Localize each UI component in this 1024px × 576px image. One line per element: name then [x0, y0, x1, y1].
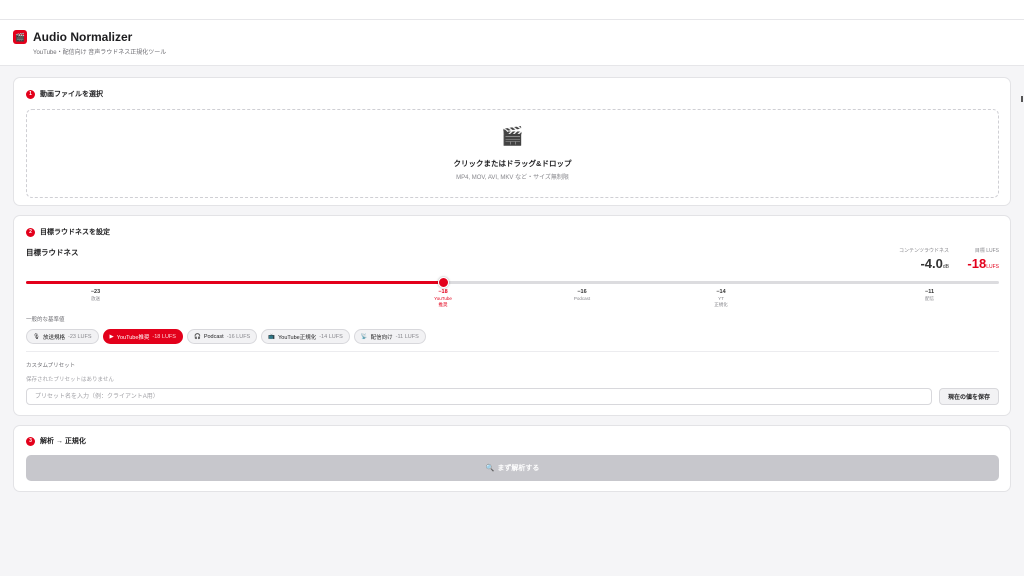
preset-unit: -18 LUFS	[152, 333, 176, 340]
dropzone-sub-text: MP4, MOV, AVI, MKV など・サイズ無制限	[456, 175, 569, 181]
slider-tick-value: −11	[924, 289, 935, 295]
preset-buttons: 🎙 放送規格 -23 LUFS ▶ YouTube推奨 -18 LUFS 🎧 Podcast -…	[26, 329, 426, 344]
preset-unit: -16 LUFS	[226, 333, 251, 340]
target-lufs-unit: LUFS	[986, 264, 999, 270]
slider-tick: −16 Podcast	[552, 289, 612, 302]
search-icon: 🔍	[485, 465, 495, 472]
target-loudness-label: 目標ラウドネス	[26, 248, 79, 257]
preset-button[interactable]: 🎙 放送規格 -23 LUFS	[26, 329, 99, 344]
analyze-button[interactable]: 🔍 まず解析する	[26, 455, 999, 481]
top-bar	[0, 0, 1024, 20]
step3-number: 3	[26, 436, 35, 446]
preset-unit: -23 LUFS	[68, 333, 92, 340]
app-header: 🎬 Audio Normalizer YouTube・配信向け 音声ラウドネス正…	[0, 20, 1024, 66]
slider-tick-value: −14	[716, 289, 726, 295]
slider-tick: −23 放送	[66, 289, 126, 302]
app-title: Audio Normalizer	[33, 30, 133, 44]
scroll-indicator	[1021, 96, 1023, 102]
preset-name: 配信向け	[370, 334, 393, 341]
slider-tick: −11 配信	[900, 289, 960, 302]
analyze-button-label: まず解析する	[497, 465, 540, 472]
preset-button[interactable]: 📺 YouTube正規化 -14 LUFS	[261, 329, 350, 344]
file-dropzone[interactable]: 🎬 クリックまたはドラッグ&ドロップ MP4, MOV, AVI, MKV など…	[26, 109, 999, 198]
slider-tick-label: 放送	[91, 295, 100, 301]
loudness-slider-thumb[interactable]	[437, 277, 449, 288]
step3-card: 3 解析 → 正規化 🔍 まず解析する	[13, 425, 1011, 492]
content-loudness-value: -4.0	[920, 256, 943, 271]
step1-card: 1 動画ファイルを選択 🎬 クリックまたはドラッグ&ドロップ MP4, MOV,…	[13, 77, 1011, 206]
microphone-icon: 🎙	[33, 333, 40, 340]
preset-name: YouTube推奨	[116, 334, 150, 341]
step2-header: 2 目標ラウドネスを設定	[26, 227, 110, 237]
presets-label: 一般的な基準値	[26, 317, 65, 323]
step2-number: 2	[26, 227, 35, 237]
headphones-icon: 🎧	[193, 333, 201, 340]
slider-tick-value: −23	[90, 289, 101, 295]
content-loudness-unit: dB	[942, 264, 949, 270]
slider-tick-label: 配信	[925, 295, 934, 301]
preset-button[interactable]: 📡 配信向け -11 LUFS	[353, 329, 426, 344]
app-logo-icon: 🎬	[13, 30, 27, 44]
preset-button[interactable]: 🎧 Podcast -16 LUFS	[186, 329, 258, 344]
preset-unit: -14 LUFS	[319, 333, 343, 340]
section-divider	[26, 351, 999, 352]
content-loudness-label: コンテンツラウドネス	[898, 248, 949, 254]
loudness-slider-fill	[26, 281, 443, 284]
slider-tick-value: −16	[577, 289, 587, 295]
save-preset-button[interactable]: 現在の値を保存	[939, 388, 999, 405]
antenna-icon: 📡	[360, 333, 368, 340]
target-lufs-readout: -18LUFS	[954, 256, 999, 271]
slider-tick-label: 推奨	[438, 301, 448, 307]
preset-name: YouTube正規化	[278, 334, 317, 341]
tv-icon: 📺	[268, 333, 276, 340]
target-lufs-value: -18	[967, 256, 987, 271]
step2-card: 2 目標ラウドネスを設定 目標ラウドネス コンテンツラウドネス -4.0dB 目…	[13, 215, 1011, 416]
preset-button[interactable]: ▶ YouTube推奨 -18 LUFS	[102, 329, 183, 344]
step3-header: 3 解析 → 正規化	[26, 436, 86, 446]
preset-name-input[interactable]	[26, 388, 932, 405]
content-loudness-readout: -4.0dB	[884, 256, 949, 271]
step1-number: 1	[26, 89, 35, 99]
step1-title: 動画ファイルを選択	[40, 91, 103, 98]
preset-name: Podcast	[203, 333, 224, 340]
step3-title: 解析 → 正規化	[40, 438, 86, 445]
step2-title: 目標ラウドネスを設定	[40, 229, 110, 236]
clapperboard-icon: 🎬	[501, 126, 524, 146]
step1-header: 1 動画ファイルを選択	[26, 89, 103, 99]
slider-tick-label: 正規化	[714, 301, 728, 307]
loudness-slider[interactable]	[26, 277, 999, 288]
slider-tick: −14 YT 正規化	[691, 289, 751, 307]
preset-name: 放送規格	[42, 334, 65, 341]
target-lufs-label: 目標 LUFS	[974, 248, 999, 254]
preset-unit: -11 LUFS	[395, 333, 419, 340]
slider-tick-label: Podcast	[573, 295, 591, 301]
custom-presets-empty: 保存されたプリセットはありません	[26, 377, 114, 383]
play-icon: ▶	[109, 333, 114, 340]
custom-presets-label: カスタムプリセット	[26, 363, 76, 369]
dropzone-main-text: クリックまたはドラッグ&ドロップ	[453, 159, 572, 168]
slider-tick-value: −18	[438, 289, 448, 295]
slider-tick: −18 YouTube 推奨	[413, 289, 473, 307]
app-subtitle: YouTube・配信向け 音声ラウドネス正規化ツール	[33, 50, 167, 56]
